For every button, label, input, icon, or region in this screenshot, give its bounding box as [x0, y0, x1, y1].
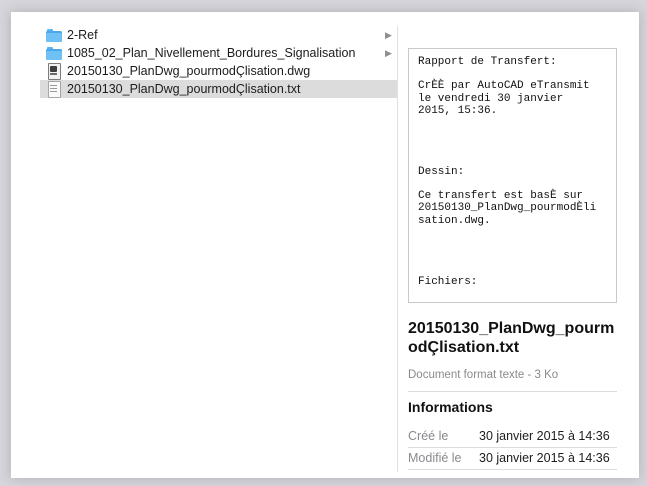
info-row-modified: Modifié le 30 janvier 2015 à 14:36: [408, 451, 617, 469]
divider: [408, 469, 617, 470]
file-row-2-ref[interactable]: 2-Ref ▶: [40, 26, 397, 44]
info-value: 30 janvier 2015 à 14:36: [479, 451, 610, 465]
file-kind-size: Document format texte - 3 Ko: [408, 369, 559, 381]
file-name-title: 20150130_PlanDwg_pourmodÇlisation.txt: [408, 320, 615, 356]
file-row-label: 20150130_PlanDwg_pourmodÇlisation.dwg: [67, 64, 311, 78]
info-value: 30 janvier 2015 à 14:36: [479, 429, 610, 443]
file-row-txt-selected[interactable]: 20150130_PlanDwg_pourmodÇlisation.txt: [40, 80, 397, 98]
file-row-label: 1085_02_Plan_Nivellement_Bordures_Signal…: [67, 46, 356, 60]
text-file-icon: [46, 81, 62, 98]
file-row-label: 2-Ref: [67, 28, 98, 42]
preview-text-content: Rapport de Transfert: CrÈÈ par AutoCAD e…: [418, 56, 597, 288]
file-list-column[interactable]: 2-Ref ▶ 1085_02_Plan_Nivellement_Bordure…: [40, 26, 398, 472]
info-key: Modifié le: [408, 451, 462, 465]
divider: [408, 391, 617, 392]
info-row-created: Créé le 30 janvier 2015 à 14:36: [408, 429, 617, 447]
file-row-1085-folder[interactable]: 1085_02_Plan_Nivellement_Bordures_Signal…: [40, 44, 397, 62]
finder-window: 2-Ref ▶ 1085_02_Plan_Nivellement_Bordure…: [11, 12, 639, 478]
file-row-dwg[interactable]: 20150130_PlanDwg_pourmodÇlisation.dwg: [40, 62, 397, 80]
file-preview-thumbnail[interactable]: Rapport de Transfert: CrÈÈ par AutoCAD e…: [408, 48, 617, 303]
file-row-label: 20150130_PlanDwg_pourmodÇlisation.txt: [67, 82, 301, 96]
divider: [408, 447, 617, 448]
folder-icon: [46, 45, 62, 61]
chevron-right-icon[interactable]: ▶: [385, 26, 395, 44]
chevron-right-icon[interactable]: ▶: [385, 44, 395, 62]
info-section-heading: Informations: [408, 399, 493, 415]
folder-icon: [46, 27, 62, 43]
info-key: Créé le: [408, 429, 449, 443]
dwg-file-icon: [46, 63, 62, 80]
